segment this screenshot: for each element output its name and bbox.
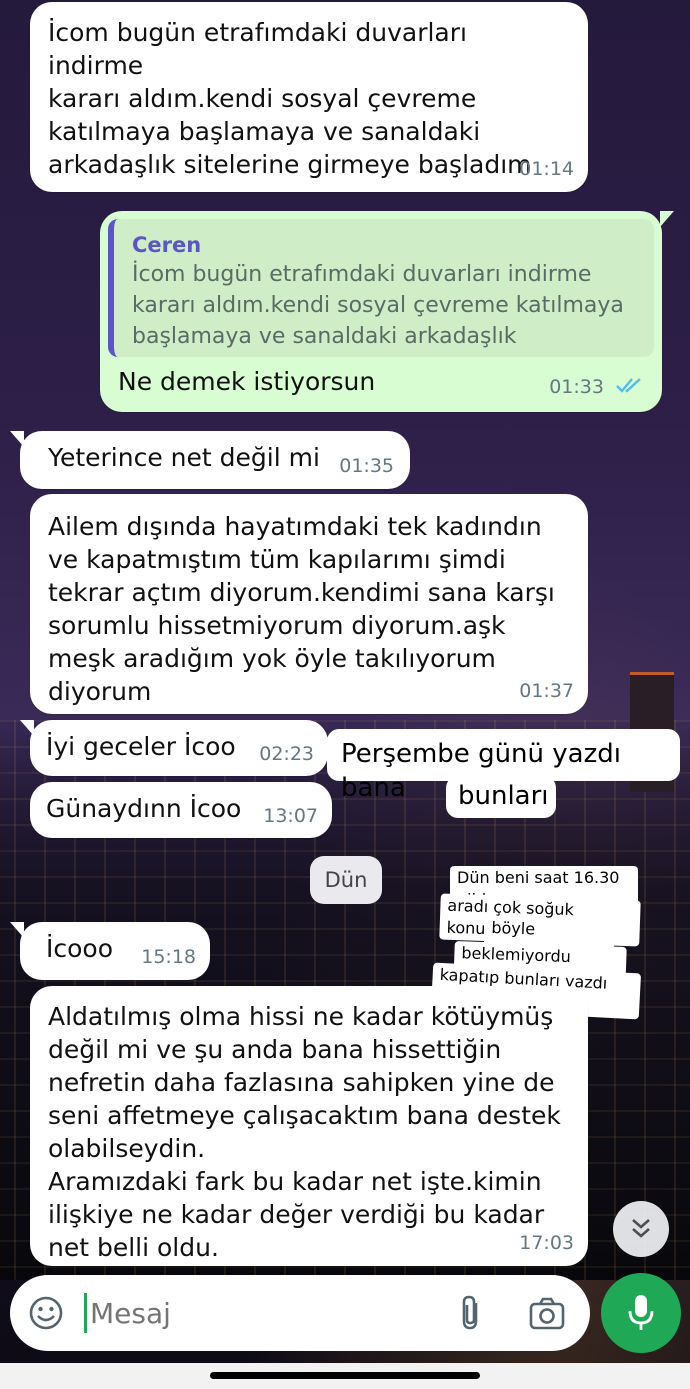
message-time: 15:18 [141, 946, 196, 968]
emoji-icon[interactable] [28, 1295, 64, 1335]
message-text: İcooo [46, 934, 114, 963]
quoted-sender-name: Ceren [132, 233, 202, 257]
message-time: 01:35 [339, 455, 394, 477]
date-divider: Dün [310, 856, 382, 904]
message-bubble-incoming[interactable]: Ailem dışında hayatımdaki tek kadındın v… [30, 494, 588, 714]
message-time: 01:14 [519, 158, 574, 180]
scroll-to-bottom-button[interactable] [613, 1201, 669, 1257]
message-bubble-outgoing[interactable]: Ceren İcom bugün etrafımdaki duvarları i… [100, 211, 674, 412]
message-time: 01:33 [549, 376, 604, 398]
message-bubble-incoming[interactable]: İcom bugün etrafımdaki duvarları indirme… [30, 2, 588, 192]
paperclip-icon[interactable] [456, 1293, 486, 1337]
message-text: Ne demek istiyorsun [118, 367, 376, 396]
message-time: 02:23 [259, 743, 314, 765]
message-text: Günaydınn İcoo [46, 794, 242, 823]
message-time: 17:03 [519, 1232, 574, 1254]
double-chevron-down-icon [627, 1215, 655, 1247]
quoted-text: İcom bugün etrafımdaki duvarları indirme… [132, 262, 624, 349]
microphone-button[interactable] [601, 1273, 681, 1353]
microphone-icon [626, 1293, 656, 1337]
message-input[interactable] [90, 1289, 450, 1337]
home-gesture-handle[interactable] [210, 1372, 480, 1379]
message-bubble-incoming[interactable]: İyi geceler İcoo 02:23 [20, 720, 328, 776]
message-text: Aldatılmış olma hissi ne kadar kötüymüş … [48, 1002, 561, 1262]
message-text: İcom bugün etrafımdaki duvarları indirme… [48, 18, 532, 179]
message-bubble-incoming[interactable]: İcooo 15:18 [10, 922, 210, 980]
message-text: Ailem dışında hayatımdaki tek kadındın v… [48, 512, 555, 706]
annotation-label: Perşembe günü yazdı bana [327, 729, 680, 803]
message-text: İyi geceler İcoo [46, 732, 236, 761]
double-check-icon [616, 371, 644, 404]
camera-icon[interactable] [528, 1295, 566, 1335]
message-composer[interactable] [10, 1275, 590, 1351]
message-time: 13:07 [263, 805, 318, 827]
annotation-label: bunları [446, 776, 556, 818]
message-bubble-incoming[interactable]: Yeterince net değil mi 01:35 [10, 431, 410, 489]
message-time: 01:37 [519, 680, 574, 702]
message-text: Yeterince net değil mi [48, 443, 320, 472]
message-bubble-incoming[interactable]: Aldatılmış olma hissi ne kadar kötüymüş … [30, 986, 588, 1266]
text-cursor [84, 1293, 87, 1333]
quoted-message[interactable]: Ceren İcom bugün etrafımdaki duvarları i… [108, 219, 654, 357]
message-time-row: 01:33 [549, 371, 644, 404]
message-bubble-incoming[interactable]: Günaydınn İcoo 13:07 [30, 782, 332, 838]
